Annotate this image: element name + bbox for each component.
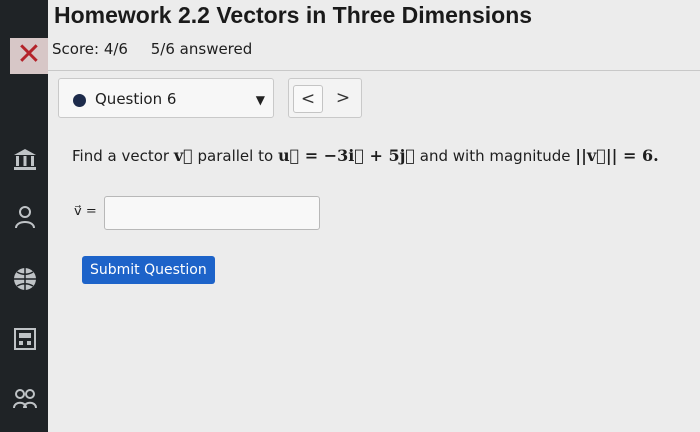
score-text: Score: 4/6: [52, 40, 128, 58]
question-select[interactable]: Question 6 ▼: [58, 78, 274, 118]
vector-v: v⃗: [173, 146, 193, 165]
question-and-magnitude: and with magnitude: [419, 147, 571, 165]
close-icon[interactable]: ✕: [10, 38, 48, 74]
globe-icon[interactable]: [12, 266, 38, 292]
question-prompt-start: Find a vector: [72, 147, 170, 165]
question-text: Find a vector v⃗ parallel to u⃗ = −3i⃗ +…: [72, 146, 659, 165]
next-question-button[interactable]: >: [329, 85, 357, 111]
question-status-dot: [73, 94, 86, 107]
answer-input[interactable]: [104, 196, 320, 230]
dropdown-caret-icon: ▼: [255, 93, 265, 107]
header-divider: [48, 70, 700, 71]
submit-question-button[interactable]: Submit Question: [82, 256, 215, 284]
calculator-icon[interactable]: [12, 326, 38, 352]
question-select-label: Question 6: [95, 90, 177, 108]
previous-question-button[interactable]: <: [293, 85, 323, 113]
question-middle: parallel to: [197, 147, 274, 165]
magnitude-expression: ||v⃗|| = 6.: [575, 146, 659, 165]
homework-page: Homework 2.2 Vectors in Three Dimensions…: [48, 0, 700, 432]
page-title: Homework 2.2 Vectors in Three Dimensions: [54, 2, 533, 28]
bank-icon[interactable]: [12, 146, 38, 172]
group-icon[interactable]: [12, 386, 38, 412]
user-icon[interactable]: [12, 204, 38, 230]
answer-label: v⃗ =: [74, 204, 97, 219]
question-nav: < >: [288, 78, 362, 118]
score-row: Score: 4/6 5/6 answered: [52, 40, 270, 58]
answered-count: 5/6 answered: [150, 40, 253, 58]
vector-u-expression: u⃗ = −3i⃗ + 5j⃗: [277, 146, 416, 165]
